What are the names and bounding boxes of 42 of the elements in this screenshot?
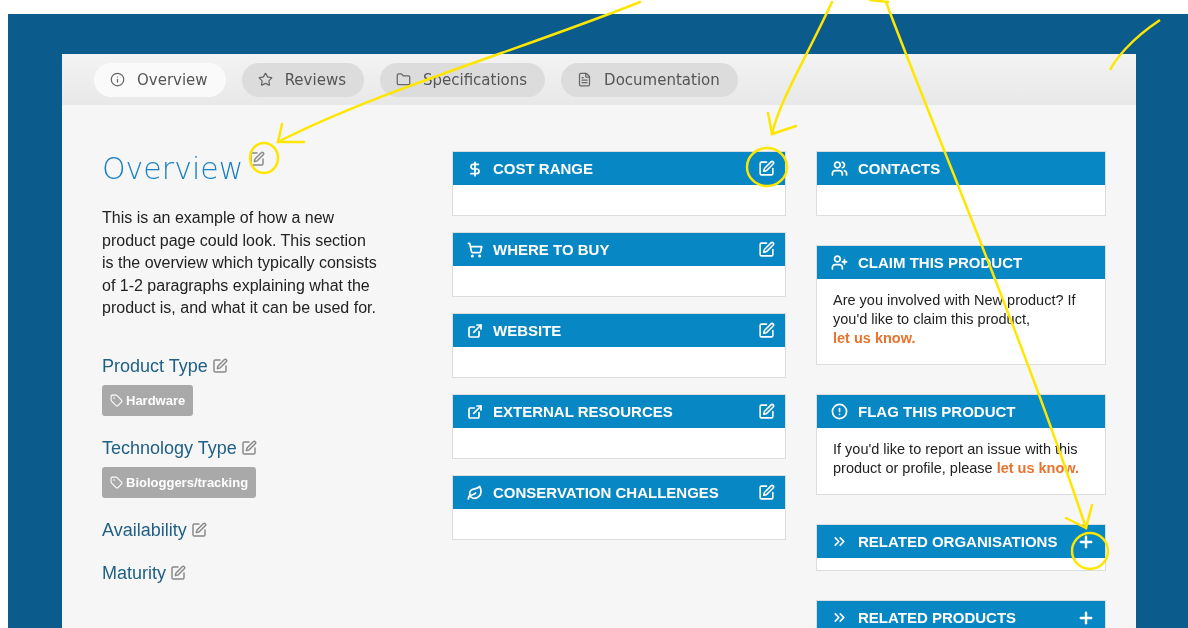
tab[interactable]: Overview [94,62,226,97]
panel-title: WHERE TO BUY [493,241,611,258]
highlight-circle [248,141,280,175]
panel-title: FLAG THIS PRODUCT [858,403,1017,420]
info-icon [110,72,125,87]
tab[interactable]: Specifications [379,62,546,97]
panel-title: EXTERNAL RESOURCES [493,403,674,420]
star-icon [257,72,273,87]
external-link-icon [467,322,483,339]
field-label: Product Type [102,355,208,377]
field-label: Availability [102,519,187,541]
panel-title: WEBSITE [493,322,563,339]
overview-heading: Overview [102,151,244,187]
field-label: Maturity [102,562,166,584]
edit-icon[interactable] [211,358,228,374]
edit-icon[interactable] [190,522,207,538]
tab[interactable]: Documentation [561,62,738,97]
edit-icon[interactable] [170,565,186,581]
folder-icon [395,72,411,87]
external-link-icon [467,403,483,420]
users-icon [831,160,848,177]
panel-title: RELATED PRODUCTS [858,609,1018,626]
cart-icon [467,241,483,258]
tag-icon [110,393,123,407]
highlight-circle [745,146,789,188]
let-us-know-link[interactable]: let us know. [833,330,916,346]
panel-title: RELATED ORGANISATIONS [858,533,1059,550]
document-icon [577,72,593,87]
panel-title: COST RANGE [493,160,594,177]
edit-icon[interactable] [249,151,266,167]
tag-icon [110,475,123,489]
edit-icon[interactable] [240,440,257,456]
panel-title: CONSERVATION CHALLENGES [493,484,720,501]
panel-title: CONTACTS [858,160,942,177]
alert-icon [831,403,848,420]
tab[interactable]: Reviews [241,62,364,97]
highlight-circle [1070,531,1110,571]
overview-description: This is an example of how a new product page could look. This section is the overview which typically consists of 1-2 paragraphs explaining what the product is, and what it can be used for. [102,208,378,318]
dollar-icon [467,160,483,177]
add-user-icon [831,254,848,271]
field-label: Technology Type [102,437,237,459]
leaf-icon [467,484,483,501]
